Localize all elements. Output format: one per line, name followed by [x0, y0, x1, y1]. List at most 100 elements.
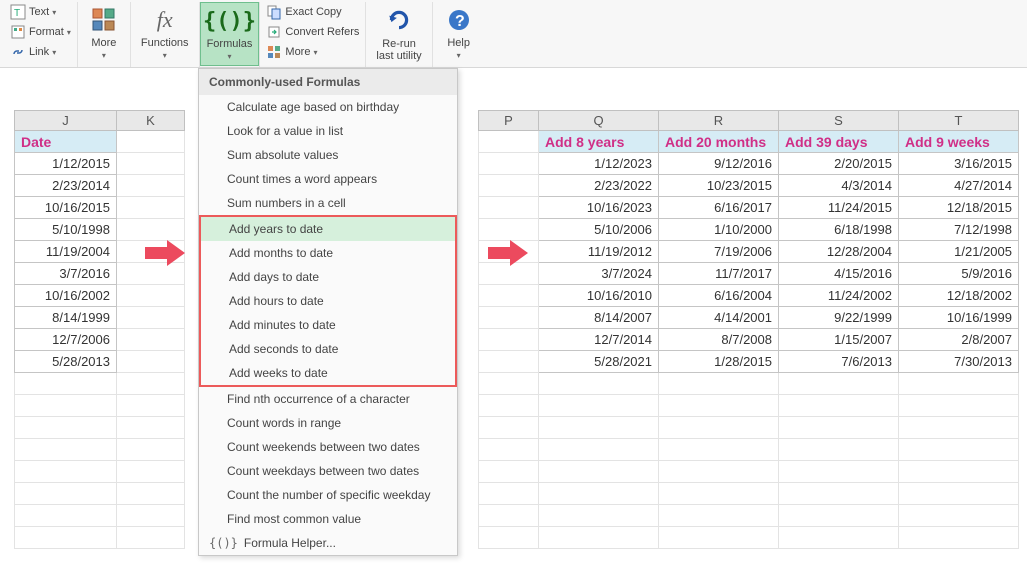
cell[interactable]	[479, 527, 539, 549]
cell[interactable]	[899, 483, 1019, 505]
cell[interactable]: 3/16/2015	[899, 153, 1019, 175]
cell[interactable]	[779, 417, 899, 439]
cell[interactable]	[659, 395, 779, 417]
menu-calc-age[interactable]: Calculate age based on birthday	[199, 95, 457, 119]
cell[interactable]	[15, 483, 117, 505]
col-header-k[interactable]: K	[117, 111, 185, 131]
cell[interactable]	[539, 527, 659, 549]
cell[interactable]	[479, 395, 539, 417]
cell[interactable]: 11/19/2004	[15, 241, 117, 263]
cell[interactable]: 2/23/2022	[539, 175, 659, 197]
col-header-s[interactable]: S	[779, 111, 899, 131]
cell[interactable]: 4/3/2014	[779, 175, 899, 197]
add-days-header[interactable]: Add 39 days	[779, 131, 899, 153]
cell[interactable]: 11/19/2012	[539, 241, 659, 263]
cell[interactable]: 1/12/2023	[539, 153, 659, 175]
cell[interactable]	[539, 373, 659, 395]
cell[interactable]	[117, 197, 185, 219]
cell[interactable]	[117, 373, 185, 395]
cell[interactable]: 7/12/1998	[899, 219, 1019, 241]
cell[interactable]: 6/18/1998	[779, 219, 899, 241]
cell[interactable]: 7/6/2013	[779, 351, 899, 373]
cell[interactable]	[539, 505, 659, 527]
convert-refers-button[interactable]: Convert Refers	[264, 22, 361, 42]
cell[interactable]	[479, 197, 539, 219]
more2-button[interactable]: More ▾	[264, 42, 361, 62]
menu-add-seconds[interactable]: Add seconds to date	[199, 337, 457, 361]
cell[interactable]: 5/10/2006	[539, 219, 659, 241]
cell[interactable]	[479, 373, 539, 395]
cell[interactable]	[899, 527, 1019, 549]
cell[interactable]: 5/10/1998	[15, 219, 117, 241]
cell[interactable]	[779, 505, 899, 527]
cell[interactable]	[117, 395, 185, 417]
cell[interactable]	[117, 285, 185, 307]
cell[interactable]: 10/16/2002	[15, 285, 117, 307]
cell[interactable]	[117, 351, 185, 373]
add-months-header[interactable]: Add 20 months	[659, 131, 779, 153]
cell[interactable]: 11/7/2017	[659, 263, 779, 285]
cell[interactable]: 5/28/2013	[15, 351, 117, 373]
cell[interactable]: 10/16/1999	[899, 307, 1019, 329]
cell[interactable]: 10/16/2010	[539, 285, 659, 307]
cell[interactable]	[539, 483, 659, 505]
cell[interactable]	[779, 373, 899, 395]
cell[interactable]	[117, 439, 185, 461]
menu-add-weeks[interactable]: Add weeks to date	[199, 361, 457, 387]
cell[interactable]	[899, 439, 1019, 461]
cell[interactable]: 1/28/2015	[659, 351, 779, 373]
cell[interactable]	[479, 351, 539, 373]
cell[interactable]: 12/18/2002	[899, 285, 1019, 307]
cell[interactable]	[15, 505, 117, 527]
cell[interactable]	[779, 395, 899, 417]
cell[interactable]	[117, 219, 185, 241]
cell[interactable]	[899, 417, 1019, 439]
cell[interactable]: 2/20/2015	[779, 153, 899, 175]
col-header-p[interactable]: P	[479, 111, 539, 131]
cell[interactable]	[659, 461, 779, 483]
cell[interactable]	[659, 439, 779, 461]
menu-find-common[interactable]: Find most common value	[199, 507, 457, 531]
menu-count-specific[interactable]: Count the number of specific weekday	[199, 483, 457, 507]
add-years-header[interactable]: Add 8 years	[539, 131, 659, 153]
cell[interactable]	[117, 175, 185, 197]
cell[interactable]: 3/7/2024	[539, 263, 659, 285]
cell[interactable]: 10/16/2023	[539, 197, 659, 219]
cell[interactable]: 4/15/2016	[779, 263, 899, 285]
cell[interactable]	[539, 395, 659, 417]
help-button[interactable]: ? Help ▾	[437, 2, 481, 66]
cell[interactable]	[479, 285, 539, 307]
cell[interactable]	[15, 373, 117, 395]
functions-button[interactable]: fx Functions ▾	[135, 2, 195, 66]
date-header-cell[interactable]: Date	[15, 131, 117, 153]
cell[interactable]	[479, 131, 539, 153]
cell[interactable]: 12/7/2014	[539, 329, 659, 351]
cell[interactable]	[779, 439, 899, 461]
rerun-button[interactable]: Re-run last utility	[370, 2, 427, 66]
cell[interactable]	[15, 417, 117, 439]
cell[interactable]	[117, 153, 185, 175]
cell[interactable]	[779, 527, 899, 549]
cell[interactable]: 12/7/2006	[15, 329, 117, 351]
cell[interactable]: 5/28/2021	[539, 351, 659, 373]
more-button[interactable]: More ▾	[82, 2, 126, 66]
cell[interactable]	[117, 307, 185, 329]
cell[interactable]	[539, 461, 659, 483]
cell[interactable]	[15, 527, 117, 549]
cell[interactable]	[659, 505, 779, 527]
cell[interactable]	[899, 505, 1019, 527]
cell[interactable]: 11/24/2015	[779, 197, 899, 219]
cell[interactable]	[899, 461, 1019, 483]
cell[interactable]: 8/14/2007	[539, 307, 659, 329]
cell[interactable]	[117, 483, 185, 505]
col-header-q[interactable]: Q	[539, 111, 659, 131]
cell[interactable]	[15, 461, 117, 483]
cell[interactable]: 12/28/2004	[779, 241, 899, 263]
col-header-t[interactable]: T	[899, 111, 1019, 131]
cell[interactable]: 5/9/2016	[899, 263, 1019, 285]
cell[interactable]	[479, 483, 539, 505]
cell[interactable]: 8/7/2008	[659, 329, 779, 351]
cell[interactable]: 9/12/2016	[659, 153, 779, 175]
text-menu[interactable]: T Text ▾	[8, 2, 73, 22]
cell[interactable]	[479, 153, 539, 175]
